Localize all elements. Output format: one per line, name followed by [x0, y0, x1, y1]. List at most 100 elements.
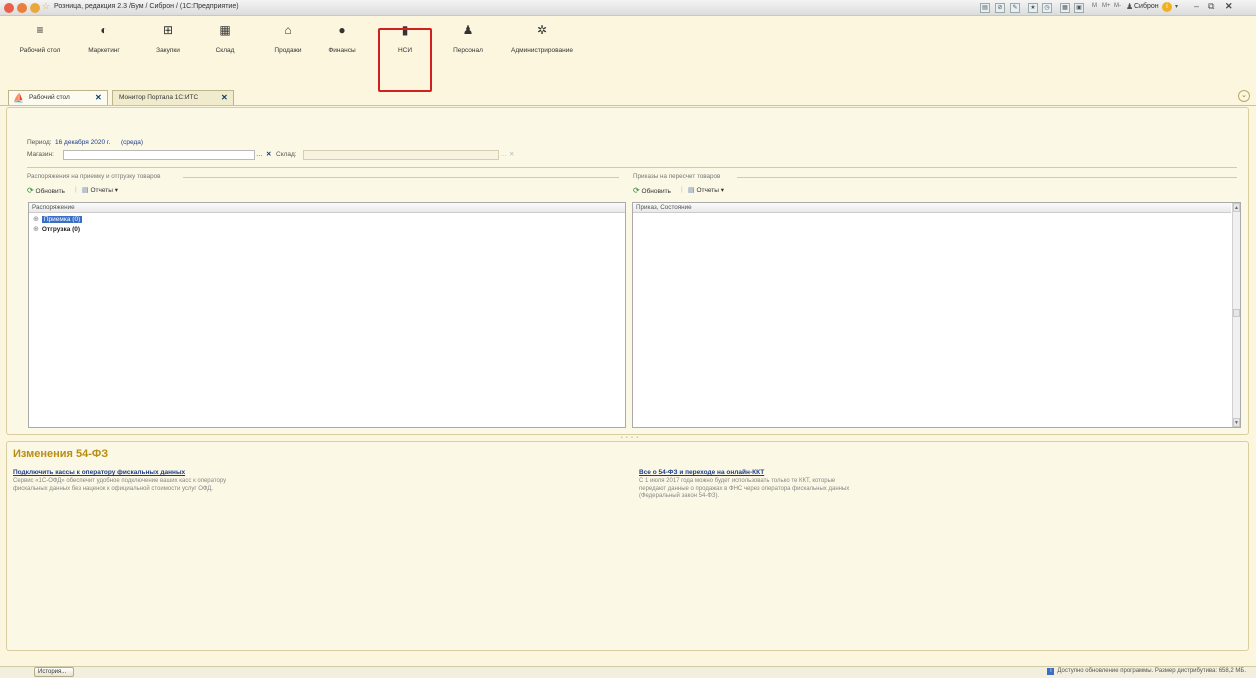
calculator-icon[interactable]: ▣	[1074, 3, 1084, 13]
news-text-54fz: С 1 июля 2017 года можно будет использов…	[639, 478, 850, 499]
right-reports-button[interactable]: ▤ Отчеты ▾	[688, 186, 724, 194]
shop-label: Магазин:	[27, 151, 54, 158]
section-finance[interactable]: ● Финансы	[314, 20, 370, 55]
section-personnel[interactable]: ♟ Персонал	[440, 20, 496, 55]
news-link-ofd[interactable]: Подключить кассы к оператору фискальных …	[13, 469, 185, 476]
section-marketing[interactable]: ◐ Маркетинг	[76, 20, 132, 55]
status-message[interactable]: i Доступно обновление программы. Размер д…	[1047, 668, 1246, 675]
vertical-scrollbar[interactable]: ▲ ▼	[1232, 203, 1240, 427]
news-panel: Изменения 54-ФЗ Подключить кассы к опера…	[6, 441, 1249, 651]
tab-bar: ⛵ Рабочий стол ✕ Монитор Портала 1С:ИТС …	[0, 90, 1256, 106]
column-header[interactable]: Приказ, Состояние	[633, 203, 1231, 213]
info-icon[interactable]: i	[1162, 2, 1172, 12]
report-icon: ▤	[82, 187, 89, 194]
period-value: 16 декабря 2020 г.	[55, 139, 111, 146]
section-administration[interactable]: ✲ Администрирование	[502, 20, 582, 55]
warehouse-select-button: …	[500, 151, 507, 158]
close-tab-icon[interactable]: ✕	[95, 91, 102, 105]
left-refresh-button[interactable]: ⟳ Обновить	[27, 186, 65, 195]
forward-icon[interactable]	[30, 3, 40, 13]
tree-row[interactable]: ⊕ Отгрузка (0)	[33, 225, 80, 233]
shop-input[interactable]	[63, 150, 255, 160]
refresh-label: Обновить	[641, 188, 671, 195]
history-icon[interactable]: ◷	[1042, 3, 1052, 13]
left-reports-button[interactable]: ▤ Отчеты ▾	[82, 186, 118, 194]
minimize-icon[interactable]: –	[1194, 1, 1199, 11]
favorites-star-icon[interactable]: ☆	[42, 1, 50, 12]
section-desktop[interactable]: ≡ Рабочий стол	[12, 20, 68, 55]
scroll-thumb[interactable]	[1233, 309, 1240, 317]
memory-mminus-icon[interactable]: M-	[1114, 3, 1121, 9]
table-icon[interactable]: ▤	[980, 3, 990, 13]
right-group-title: Приказы на пересчет товаров	[633, 173, 721, 180]
warehouse-icon: ▦	[219, 23, 231, 37]
refresh-icon: ⟳	[633, 186, 640, 195]
tab-label: Монитор Портала 1С:ИТС	[119, 94, 199, 101]
info-icon: i	[1047, 668, 1055, 675]
period-label: Период:	[27, 139, 52, 146]
marketing-icon: ◐	[100, 23, 108, 37]
dropdown-arrow-icon: ▾	[114, 187, 118, 194]
warehouse-clear-icon: ✕	[509, 151, 515, 158]
shop-select-button[interactable]: …	[256, 151, 263, 158]
edit-icon[interactable]: ✎	[1010, 3, 1020, 13]
calendar-icon[interactable]: ▦	[1060, 3, 1070, 13]
refresh-label: Обновить	[35, 188, 65, 195]
group-line	[183, 177, 619, 178]
finance-icon: ●	[338, 23, 346, 37]
memory-m-icon[interactable]: M	[1092, 3, 1097, 9]
section-label: Маркетинг	[88, 47, 120, 54]
restore-icon[interactable]: ⧉	[1208, 1, 1214, 12]
tab-its-monitor[interactable]: Монитор Портала 1С:ИТС ✕	[112, 90, 234, 105]
desktop-tab-icon: ⛵	[13, 93, 25, 103]
app-menu-icon[interactable]	[4, 3, 14, 13]
shop-clear-icon[interactable]: ✕	[266, 150, 271, 158]
favorites-icon[interactable]: ★	[1028, 3, 1038, 13]
scroll-up-icon[interactable]: ▲	[1233, 203, 1240, 212]
expand-icon[interactable]: ⊕	[33, 216, 39, 223]
personnel-icon: ♟	[462, 23, 474, 37]
tree-row[interactable]: ⊕ Приемка (0)	[33, 215, 83, 223]
desktop-icon: ≡	[36, 23, 44, 37]
history-button[interactable]: История...	[34, 667, 74, 677]
column-header[interactable]: Распоряжение	[29, 203, 625, 213]
tab-label: Рабочий стол	[29, 94, 70, 101]
scroll-down-icon[interactable]: ▼	[1233, 418, 1240, 427]
user-name[interactable]: Сиброн	[1134, 3, 1159, 10]
orders-tree-table[interactable]: Распоряжение ⊕ Приемка (0) ⊕ Отгрузка (0)	[28, 202, 626, 428]
right-refresh-button[interactable]: ⟳ Обновить	[633, 186, 671, 195]
status-message-text: Доступно обновление программы. Размер ди…	[1057, 668, 1246, 674]
news-link-54fz[interactable]: Все о 54-ФЗ и переходе на онлайн-ККТ	[639, 469, 764, 476]
back-icon[interactable]	[17, 3, 27, 13]
period-weekday[interactable]: (среда)	[121, 139, 143, 146]
section-label: Закупки	[156, 47, 180, 54]
section-purchases[interactable]: ⊞ Закупки	[140, 20, 196, 55]
section-label: Финансы	[328, 47, 356, 54]
user-icon: ♟	[1126, 2, 1134, 11]
tab-desktop[interactable]: ⛵ Рабочий стол ✕	[8, 90, 108, 105]
news-title: Изменения 54-ФЗ	[13, 448, 109, 460]
section-label: Рабочий стол	[19, 47, 61, 54]
memory-mplus-icon[interactable]: M+	[1102, 3, 1111, 9]
reports-label: Отчеты	[90, 187, 113, 194]
close-window-icon[interactable]: ✕	[1225, 1, 1233, 12]
chevron-down-icon[interactable]: ▾	[1175, 3, 1178, 10]
left-group-title: Распоряжения на приемку и отгрузку товар…	[27, 173, 161, 180]
news-text-ofd: Сервис «1С-ОФД» обеспечит удобное подклю…	[13, 478, 227, 492]
expand-icon[interactable]: ⊕	[33, 226, 39, 233]
sales-icon: ⌂	[284, 23, 292, 37]
collapse-panel-icon[interactable]: ⌄	[1238, 90, 1250, 102]
close-tab-icon[interactable]: ✕	[221, 91, 228, 105]
section-label: Склад	[215, 47, 235, 54]
section-warehouse[interactable]: ▦ Склад	[197, 20, 253, 55]
section-sales[interactable]: ⌂ Продажи	[260, 20, 316, 55]
desktop-form: Период: 16 декабря 2020 г. (среда) Магаз…	[6, 107, 1249, 435]
refresh-icon: ⟳	[27, 186, 34, 195]
warehouse-input	[303, 150, 499, 160]
recount-orders-table[interactable]: Приказ, Состояние ▲ ▼	[632, 202, 1241, 428]
section-label: Продажи	[274, 47, 302, 54]
sections-panel: ≡ Рабочий стол ◐ Маркетинг ⊞ Закупки ▦ С…	[0, 16, 1256, 92]
tree-row-label: Приемка (0)	[41, 216, 83, 223]
report-icon: ▤	[688, 187, 695, 194]
link-icon[interactable]: ⊘	[995, 3, 1005, 13]
